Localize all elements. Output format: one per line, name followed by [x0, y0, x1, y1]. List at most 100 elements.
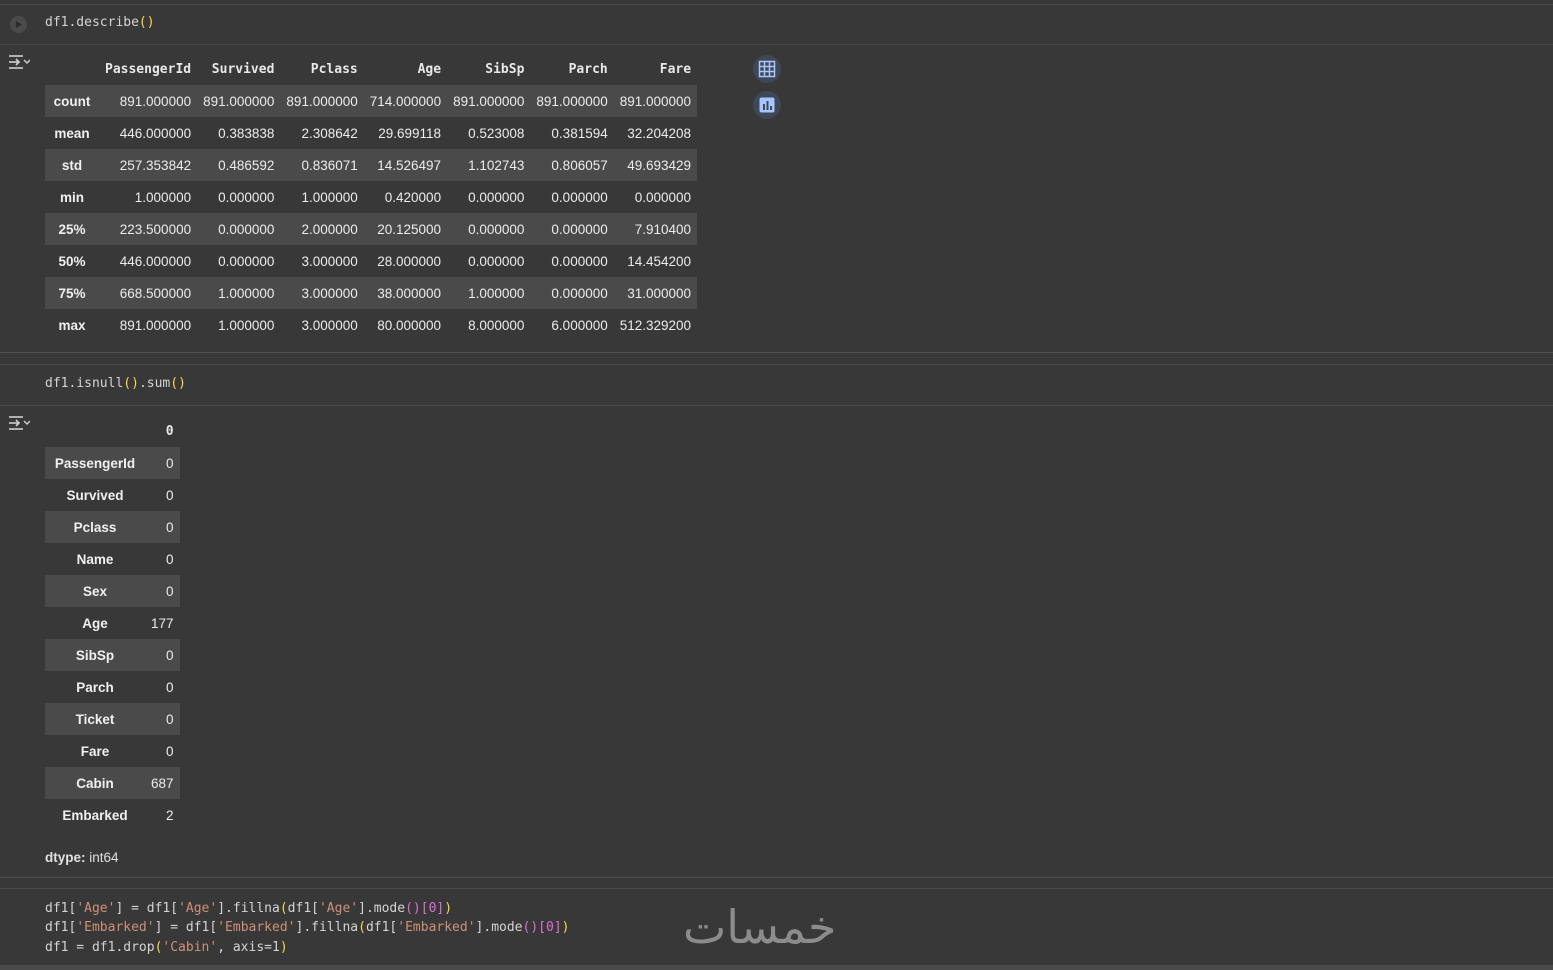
table-cell: 0.806057: [551, 157, 608, 173]
table-cell: 446.000000: [119, 253, 192, 269]
row-label: Age: [82, 615, 108, 631]
table-row: 50% 446.000000 0.000000 3.000000 28.000000 0.…: [45, 245, 697, 277]
code-paren: (): [170, 376, 186, 391]
code-token: , axis=1: [217, 940, 280, 955]
table-cell: 177: [151, 615, 174, 631]
table-cell: 8.000000: [468, 317, 525, 333]
table-row: Survived 0: [45, 479, 180, 511]
table-cell: 0: [166, 487, 174, 503]
table-cell: 32.204208: [627, 125, 692, 141]
table-cell: 31.000000: [627, 285, 692, 301]
column-header: PassengerId: [105, 61, 192, 77]
column-header: Fare: [659, 61, 692, 77]
table-cell: 0.420000: [384, 189, 442, 205]
row-label: Parch: [76, 679, 114, 695]
bottom-bar: [0, 965, 1553, 970]
table-cell: 14.526497: [377, 157, 442, 173]
table-cell: 0.836071: [301, 157, 358, 173]
table-cell: 14.454200: [627, 253, 692, 269]
table-cell: 0.000000: [634, 189, 692, 205]
table-cell: 2.000000: [301, 221, 358, 237]
code-paren: (): [123, 376, 139, 391]
cell-1-bottom-border: [0, 352, 1553, 353]
code-token: ): [279, 940, 288, 955]
suggest-chart-button[interactable]: [753, 91, 781, 119]
table-cell: 0.000000: [218, 189, 275, 205]
table-view-button[interactable]: [753, 55, 781, 83]
table-row: Embarked 2: [45, 799, 180, 831]
table-cell: 1.000000: [218, 285, 275, 301]
code-token: ].fillna: [295, 920, 359, 935]
code-token: 'Age': [178, 901, 218, 916]
dtype-value: int64: [85, 850, 119, 865]
cell-1-divider: [0, 44, 1553, 45]
table-cell: 3.000000: [301, 253, 358, 269]
table-row: count 891.000000 891.000000 891.000000 714.0…: [45, 85, 698, 117]
table-cell: 0: [166, 519, 174, 535]
table-cell: 668.500000: [119, 285, 192, 301]
row-label: Pclass: [73, 519, 117, 535]
table-cell: 6.000000: [551, 317, 608, 333]
table-cell: 0: [166, 551, 174, 567]
code-token: 'Age': [318, 901, 359, 916]
table-cell: 0: [166, 455, 174, 471]
column-header: Age: [417, 61, 442, 77]
table-cell: 512.329200: [619, 317, 692, 333]
table-cell: 223.500000: [119, 221, 192, 237]
table-grid-icon: [758, 60, 776, 78]
table-cell: 3.000000: [301, 317, 358, 333]
watermark-logo: خمسات: [683, 900, 837, 954]
row-label: min: [59, 189, 84, 205]
table-cell: 891.000000: [119, 317, 192, 333]
table-cell: 687: [151, 775, 174, 791]
table-cell: 446.000000: [119, 125, 192, 141]
column-header: SibSp: [485, 61, 525, 77]
table-row: Ticket 0: [45, 703, 180, 735]
row-label: 50%: [58, 253, 86, 269]
code-token: ].fillna: [217, 901, 280, 916]
code-token: (): [405, 901, 421, 916]
table-cell: 1.000000: [218, 317, 275, 333]
code-token: ] = df1[: [154, 920, 218, 935]
table-cell: 891.000000: [119, 93, 192, 109]
table-cell: 891.000000: [536, 93, 608, 109]
table-cell: 3.000000: [301, 285, 358, 301]
code-token: df1[: [45, 920, 77, 935]
code-token: (: [279, 901, 288, 916]
table-cell: 0: [166, 743, 174, 759]
code-text: df1.isnull: [45, 376, 124, 391]
table-cell: 2.308642: [301, 125, 358, 141]
cell-3-top-border: [0, 888, 1553, 889]
column-header: Survived: [211, 61, 275, 77]
table-cell: 49.693429: [627, 157, 692, 173]
describe-dataframe: PassengerId Survived Pclass Age SibSp Parch Fa…: [45, 53, 698, 341]
table-cell: 0.523008: [468, 125, 525, 141]
table-cell: 28.000000: [377, 253, 442, 269]
table-cell: 0: [166, 647, 174, 663]
table-cell: 0: [166, 679, 174, 695]
code-line-fillna-embarked[interactable]: df1['Embarked'] = df1['Embarked'].fillna…: [45, 920, 569, 935]
table-cell: 0.000000: [551, 253, 608, 269]
row-label: Sex: [82, 583, 108, 599]
output-toggle-icon[interactable]: [8, 53, 31, 71]
run-cell-button[interactable]: [10, 16, 27, 33]
table-cell: 1.000000: [468, 285, 525, 301]
table-row: std 257.353842 0.486592 0.836071 14.526497 1.…: [45, 149, 698, 181]
code-token: 'Age': [76, 901, 116, 916]
isnull-series-table: 0 PassengerId 0 Survived 0 Pclass 0 Name 0 Sex 0 A…: [45, 415, 180, 831]
code-text: df1.describe: [45, 15, 139, 30]
table-cell: 80.000000: [377, 317, 442, 333]
output-toggle-icon[interactable]: [8, 414, 31, 432]
table-row: Cabin 687: [45, 767, 180, 799]
code-isnull-sum[interactable]: df1.isnull().sum(): [45, 376, 186, 391]
code-line-drop-cabin[interactable]: df1 = df1.drop('Cabin', axis=1): [45, 940, 288, 955]
code-token: [0]: [538, 920, 562, 935]
code-line-fillna-age[interactable]: df1['Age'] = df1['Age'].fillna(df1['Age'…: [45, 901, 452, 916]
table-row: Age 177: [45, 607, 180, 639]
code-token: df1[: [287, 901, 319, 916]
table-cell: 0.000000: [551, 221, 608, 237]
table-cell: 1.000000: [134, 189, 192, 205]
table-row: 25% 223.500000 0.000000 2.000000 20.125000 0.…: [45, 213, 698, 245]
row-label: 25%: [58, 221, 86, 237]
code-describe[interactable]: df1.describe(): [45, 15, 155, 30]
